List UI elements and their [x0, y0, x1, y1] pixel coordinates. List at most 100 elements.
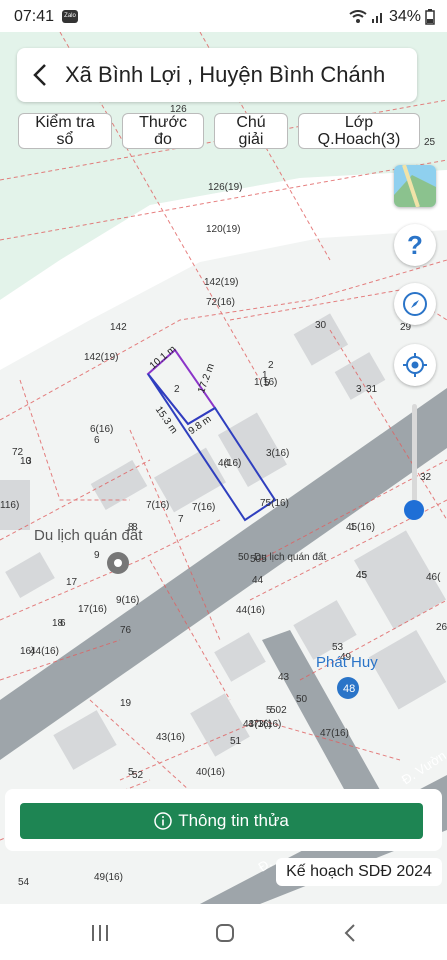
parcel-label: 32: [420, 472, 432, 483]
parcel-label: 40(16): [196, 767, 225, 778]
parcel-label: 17(16): [78, 604, 107, 615]
parcel-label: 3(16): [258, 719, 281, 730]
parcel-label: 142(19): [204, 277, 238, 288]
parcel-label: 53: [332, 642, 344, 653]
parcel-label: 3(16): [266, 448, 289, 459]
chip-label: Kiểm tra: [35, 114, 95, 131]
parcel-label: 30: [315, 320, 327, 331]
opacity-slider-track[interactable]: [412, 404, 417, 510]
parcel-label: 51: [230, 736, 242, 747]
battery-text: 34%: [388, 8, 421, 25]
signal-icon: [371, 13, 382, 23]
page-title: Xã Bình Lợi , Huyện Bình Chánh: [65, 62, 386, 87]
check-cert-button[interactable]: Kiểm tra sổ: [18, 113, 112, 149]
recent-apps-icon[interactable]: [90, 924, 110, 942]
poi-label: Du lịch quán đất: [34, 527, 143, 544]
cadastral-map[interactable]: 126 126(19) 120(19) 142(19) 72(16) 142 1…: [0, 32, 447, 904]
parcel-label: 1: [350, 522, 356, 533]
parcel-label: 3: [356, 384, 362, 395]
hospital-pin-icon[interactable]: 48: [337, 677, 359, 699]
parcel-label: 44(16): [30, 646, 59, 657]
parcel-label: 72(16): [206, 297, 235, 308]
parcel-label: 25: [424, 137, 436, 148]
parcel-label: 17: [66, 577, 78, 588]
map-type-thumbnail[interactable]: [394, 165, 436, 207]
parcel-label: 9(16): [116, 595, 139, 606]
parcel-label: 7(16): [146, 500, 169, 511]
ruler-button[interactable]: Thước đo: [122, 113, 204, 149]
parcel-label: 120(19): [206, 224, 240, 235]
parcel-label: 3: [26, 456, 32, 467]
back-nav-icon[interactable]: [342, 923, 358, 943]
info-button-label: Thông tin thửa: [178, 811, 289, 830]
compass-button[interactable]: [394, 283, 436, 325]
parcel-label: 50: [238, 552, 250, 563]
plan-year-badge[interactable]: Kế hoạch SDĐ 2024: [276, 858, 442, 886]
chip-label: Lớp: [344, 114, 374, 131]
parcel-label: 142(19): [84, 352, 118, 363]
parcel-label: 50: [296, 694, 308, 705]
parcel-label: 6: [94, 435, 100, 446]
parcel-label: 116): [0, 500, 19, 511]
legend-button[interactable]: Chú giải: [214, 113, 288, 149]
help-button[interactable]: ?: [394, 224, 436, 266]
status-bar: 07:41 Zalo 34%: [0, 0, 447, 32]
my-location-button[interactable]: [394, 344, 436, 386]
parcel-label: 75(16): [260, 498, 289, 509]
parcel-label: 46(: [426, 572, 441, 583]
parcel-label: 49(16): [94, 872, 123, 883]
parcel-label: 7: [178, 514, 184, 525]
parcel-label: 19: [120, 698, 132, 709]
info-icon: [154, 812, 172, 830]
poi-label: Phát Huy: [316, 654, 378, 671]
parcel-label: 54: [18, 877, 30, 888]
parcel-label: 26: [436, 622, 447, 633]
question-icon: ?: [407, 229, 423, 260]
system-navbar: [0, 904, 447, 960]
parcel-label: 5: [264, 378, 270, 389]
parcel-info-button[interactable]: Thông tin thửa: [20, 803, 423, 839]
parcel-label: 47(16): [320, 728, 349, 739]
svg-text:48: 48: [343, 683, 355, 695]
parcel-label: 43(16): [156, 732, 185, 743]
parcel-label: 6(16): [90, 424, 113, 435]
parcel-label: 31: [366, 384, 378, 395]
chip-label: Q.Hoach(3): [317, 131, 401, 148]
battery-icon: [425, 9, 435, 25]
status-right: 34%: [349, 8, 435, 26]
zalo-icon: Zalo: [62, 10, 78, 23]
parcel-label: 76: [120, 625, 132, 636]
parcel-label: Du lịch quán đất: [254, 551, 326, 563]
parcel-label: 142: [110, 322, 127, 333]
parcel-label: 5: [128, 767, 134, 778]
parcel-label: 6: [60, 618, 66, 629]
parcel-label: 7(16): [192, 502, 215, 513]
compass-icon: [403, 292, 427, 316]
parcel-label: 52: [132, 770, 144, 781]
parcel-label: 44: [252, 575, 264, 586]
back-icon[interactable]: [31, 62, 51, 93]
parcel-label: 45: [356, 570, 368, 581]
parcel-label: 2: [268, 360, 274, 371]
parcel-label: 2: [174, 384, 180, 395]
parcel-label: 502: [270, 705, 287, 716]
opacity-slider-handle[interactable]: [404, 500, 424, 520]
parcel-label: 43: [278, 672, 290, 683]
parcel-label: 126(19): [208, 182, 242, 193]
parcel-label: 44(16): [236, 605, 265, 616]
poi-pin-icon[interactable]: [107, 552, 129, 574]
chip-label: giải: [238, 131, 264, 148]
parcel-label: 4(16): [218, 458, 241, 469]
crosshair-icon: [403, 353, 427, 377]
layer-button[interactable]: Lớp Q.Hoach(3): [298, 113, 420, 149]
parcel-label: 9: [94, 550, 100, 561]
location-header: Xã Bình Lợi , Huyện Bình Chánh: [17, 48, 417, 102]
wifi-icon: [349, 10, 367, 23]
chip-label: Chú: [236, 114, 266, 131]
chip-label: Thước: [139, 114, 187, 131]
parcel-label: 4: [224, 458, 230, 469]
status-time: 07:41: [14, 8, 55, 25]
chip-label: sổ: [56, 131, 74, 148]
home-icon[interactable]: [215, 923, 235, 943]
chip-label: đo: [154, 131, 172, 148]
